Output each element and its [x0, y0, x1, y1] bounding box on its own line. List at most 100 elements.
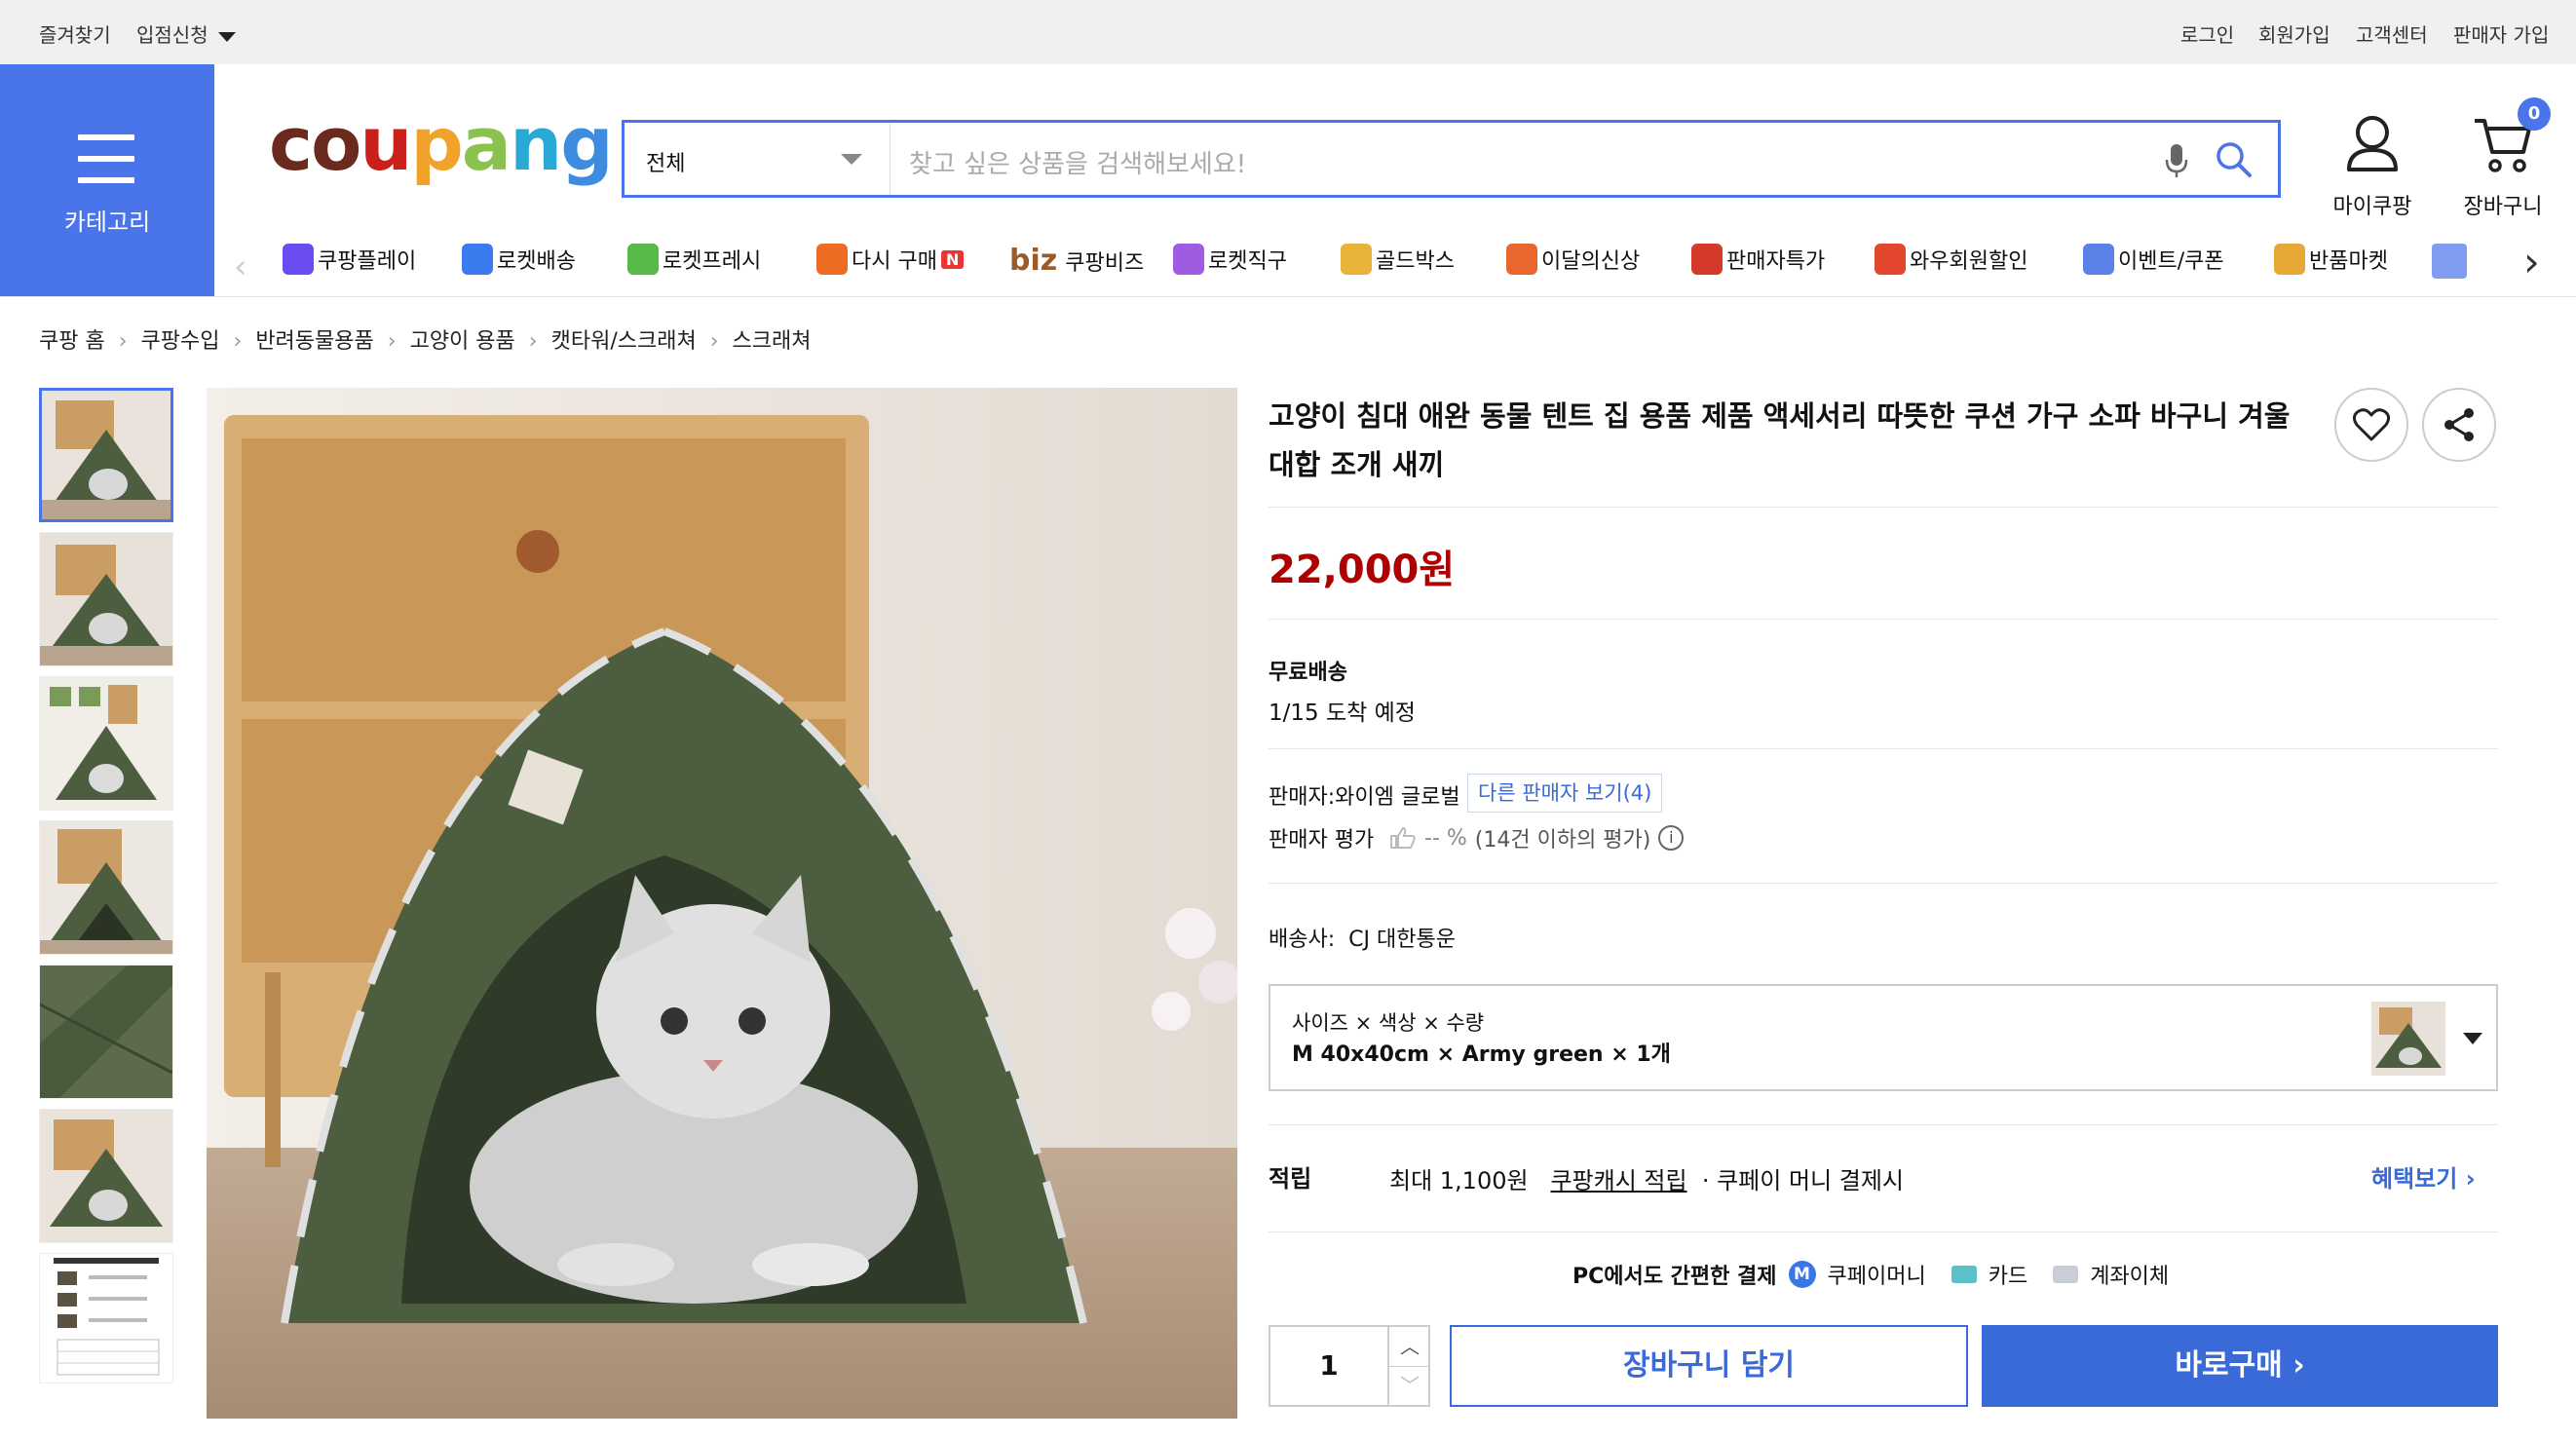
login-link[interactable]: 로그인	[2180, 19, 2234, 48]
new-badge-icon: N	[940, 249, 965, 269]
hamburger-icon	[78, 134, 134, 199]
chevron-down-icon	[841, 154, 862, 165]
mycoupang-button[interactable]: 마이쿠팡	[2319, 113, 2426, 220]
thumbnail-7[interactable]	[39, 1253, 173, 1383]
coupon-icon	[2083, 244, 2114, 275]
seller-rating: -- % (14건 이하의 평가) i	[1389, 822, 1685, 853]
other-sellers-link[interactable]: 다른 판매자 보기(4)	[1467, 774, 1663, 813]
strip-item-7[interactable]: 골드박스	[1341, 244, 1455, 275]
percent-icon	[1691, 244, 1723, 275]
product-title: 고양이 침대 애완 동물 텐트 집 용품 제품 액세서리 따뜻한 쿠션 가구 소…	[1269, 399, 2291, 481]
gold-box-icon	[1341, 244, 1372, 275]
share-icon	[2444, 408, 2474, 441]
strip-item-4[interactable]: 다시 구매 N	[816, 244, 965, 275]
new-bag-icon	[1506, 244, 1537, 275]
signup-link[interactable]: 회원가입	[2258, 19, 2330, 48]
quantity-up-icon[interactable]: ︿	[1387, 1327, 1430, 1367]
reward-info: 최대 1,100원 쿠팡캐시 적립 · 쿠페이 머니 결제시	[1389, 1167, 1904, 1194]
search-scope-select[interactable]: 전체	[625, 123, 890, 195]
breadcrumb-separator-icon: ›	[118, 329, 128, 354]
strip-overflow-icon	[2432, 244, 2467, 279]
chevron-right-icon: ›	[2465, 1165, 2476, 1193]
breadcrumb-item[interactable]: 쿠팡수입	[141, 329, 220, 354]
cash-reward-link[interactable]: 쿠팡캐시 적립	[1550, 1167, 1686, 1194]
seller-join-link[interactable]: 판매자 가입	[2453, 19, 2549, 48]
biz-icon: biz	[1009, 244, 1058, 278]
thumbnail-6[interactable]	[39, 1109, 173, 1243]
search-input[interactable]: 찾고 싶은 상품을 검색해보세요!	[909, 144, 1246, 180]
coupang-logo[interactable]: coupang	[269, 107, 614, 181]
breadcrumb-item[interactable]: 스크래쳐	[733, 329, 812, 354]
chevron-down-icon	[217, 31, 236, 42]
strip-next-arrow-icon[interactable]: ›	[2523, 238, 2540, 285]
quantity-input[interactable]: 1	[1270, 1327, 1387, 1405]
strip-item-11[interactable]: 이벤트/쿠폰	[2083, 244, 2224, 275]
option-value: M 40x40cm × Army green × 1개	[1292, 1042, 1671, 1067]
rocket-fresh-icon	[627, 244, 659, 275]
breadcrumb-separator-icon: ›	[233, 329, 243, 354]
info-icon[interactable]: i	[1658, 825, 1685, 851]
thumbnail-5[interactable]	[39, 965, 173, 1099]
header-divider	[0, 296, 2576, 297]
rocket-icon	[462, 244, 493, 275]
heart-icon	[2353, 408, 2390, 441]
strip-item-1[interactable]: 쿠팡플레이	[283, 244, 416, 275]
strip-item-5[interactable]: biz 쿠팡비즈	[1009, 244, 1144, 278]
strip-item-12[interactable]: 반품마켓	[2274, 244, 2388, 275]
search-bar: 전체 찾고 싶은 상품을 검색해보세요!	[622, 120, 2281, 198]
strip-item-6[interactable]: 로켓직구	[1173, 244, 1287, 275]
price: 22,000원	[1269, 548, 1456, 592]
breadcrumb: 쿠팡 홈 › 쿠팡수입 › 반려동물용품 › 고양이 용품 › 캣타워/스크래쳐 › 스크래쳐	[39, 323, 811, 355]
wishlist-button[interactable]	[2334, 388, 2408, 462]
share-button[interactable]	[2422, 388, 2496, 462]
divider	[1269, 619, 2498, 620]
breadcrumb-item[interactable]: 캣타워/스크래쳐	[551, 329, 697, 354]
thumbnail-3[interactable]	[39, 676, 173, 811]
shipping-label: 무료배송	[1269, 661, 1347, 685]
thumbnail-4[interactable]	[39, 820, 173, 955]
user-icon	[2347, 116, 2398, 171]
wow-icon	[1875, 244, 1906, 275]
breadcrumb-separator-icon: ›	[528, 329, 538, 354]
basket-icon	[816, 244, 848, 275]
option-selector[interactable]: 사이즈 × 색상 × 수량 M 40x40cm × Army green × 1…	[1269, 984, 2498, 1091]
microphone-icon[interactable]	[2164, 142, 2189, 179]
strip-item-9[interactable]: 판매자특가	[1691, 244, 1825, 275]
breadcrumb-separator-icon: ›	[709, 329, 719, 354]
rocket-global-icon	[1173, 244, 1204, 275]
add-to-cart-button[interactable]: 장바구니 담기	[1450, 1325, 1968, 1407]
thumbnail-2[interactable]	[39, 532, 173, 666]
arrival-date: 1/15 도착 예정	[1269, 701, 1416, 726]
category-menu-button[interactable]: 카테고리	[0, 64, 214, 296]
bookmark-link[interactable]: 즐겨찾기	[39, 19, 111, 48]
coupay-money-icon: M	[1788, 1261, 1816, 1288]
apply-dropdown[interactable]: 입점신청	[136, 19, 236, 48]
chevron-right-icon: ›	[2292, 1348, 2305, 1383]
strip-item-8[interactable]: 이달의신상	[1506, 244, 1640, 275]
divider	[1269, 1124, 2498, 1125]
bank-transfer-icon	[2053, 1266, 2079, 1283]
strip-item-2[interactable]: 로켓배송	[462, 244, 576, 275]
main-product-image[interactable]	[207, 388, 1237, 1419]
top-utility-bar: 즐겨찾기 입점신청 로그인 회원가입 고객센터 판매자 가입	[0, 0, 2576, 64]
option-thumbnail	[2371, 1002, 2445, 1076]
strip-prev-arrow-icon[interactable]: ‹	[234, 247, 247, 286]
return-market-icon	[2274, 244, 2305, 275]
breadcrumb-item[interactable]: 반려동물용품	[255, 329, 373, 354]
seller-rating-label: 판매자 평가	[1269, 828, 1375, 853]
quantity-down-icon[interactable]: ﹀	[1387, 1366, 1430, 1405]
breadcrumb-item[interactable]: 고양이 용품	[410, 329, 515, 354]
seller-name[interactable]: 와이엠 글로벌	[1335, 785, 1459, 810]
strip-item-3[interactable]: 로켓프레시	[627, 244, 761, 275]
search-icon[interactable]	[2215, 140, 2254, 179]
breadcrumb-item[interactable]: 쿠팡 홈	[39, 329, 105, 354]
buy-now-button[interactable]: 바로구매 ›	[1982, 1325, 2498, 1407]
thumbnail-1[interactable]	[39, 388, 173, 522]
cart-count-badge: 0	[2518, 97, 2551, 131]
play-icon	[283, 244, 314, 275]
support-link[interactable]: 고객센터	[2356, 19, 2428, 48]
strip-item-10[interactable]: 와우회원할인	[1875, 244, 2027, 275]
divider	[1269, 883, 2498, 884]
reward-label: 적립	[1269, 1165, 1312, 1193]
benefits-link[interactable]: 혜택보기 ›	[2371, 1159, 2476, 1194]
